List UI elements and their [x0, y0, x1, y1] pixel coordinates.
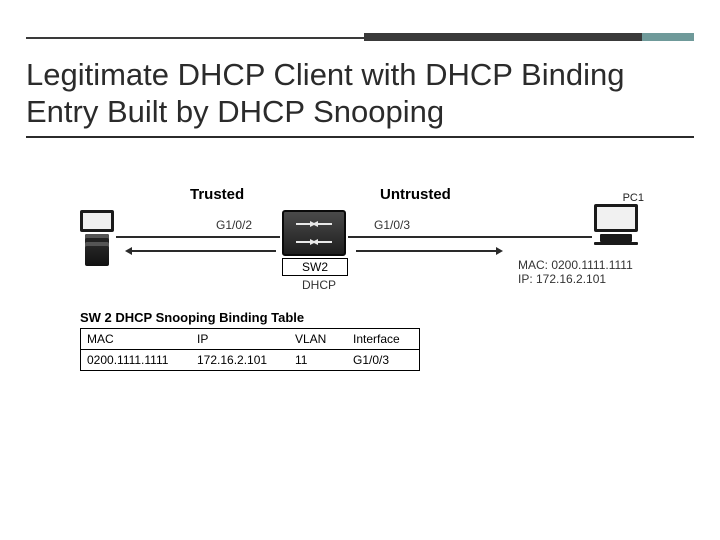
- cell-mac: 0200.1111.1111: [81, 350, 192, 371]
- untrusted-arrow: [356, 250, 496, 252]
- col-ip: IP: [191, 329, 289, 350]
- slide-top-rule: [26, 32, 694, 42]
- slide-title: Legitimate DHCP Client with DHCP Binding…: [26, 56, 694, 138]
- trusted-label: Trusted: [190, 186, 244, 203]
- trusted-arrow: [132, 250, 276, 252]
- link-switch-pc: [348, 236, 592, 238]
- table-row: 0200.1111.1111 172.16.2.101 11 G1/0/3: [81, 350, 420, 371]
- table-header-row: MAC IP VLAN Interface: [81, 329, 420, 350]
- cell-ip: 172.16.2.101: [191, 350, 289, 371]
- binding-table: MAC IP VLAN Interface 0200.1111.1111 172…: [80, 328, 420, 371]
- server-icon: [80, 210, 114, 268]
- pc-ip-label: IP: 172.16.2.101: [518, 272, 606, 286]
- pc-icon: [592, 204, 640, 246]
- col-mac: MAC: [81, 329, 192, 350]
- col-interface: Interface: [347, 329, 420, 350]
- cell-interface: G1/0/3: [347, 350, 420, 371]
- untrusted-label: Untrusted: [380, 186, 451, 203]
- switch-icon: [282, 210, 346, 256]
- switch-name-label: SW2: [282, 258, 348, 276]
- cell-vlan: 11: [289, 350, 347, 371]
- pc-mac-label: MAC: 0200.1111.1111: [518, 258, 633, 272]
- col-vlan: VLAN: [289, 329, 347, 350]
- port-left-label: G1/0/2: [216, 218, 252, 232]
- port-right-label: G1/0/3: [374, 218, 410, 232]
- binding-table-title: SW 2 DHCP Snooping Binding Table: [80, 310, 304, 325]
- network-diagram: Trusted Untrusted G1/0/2 G1/0/3 SW: [80, 180, 640, 380]
- link-server-switch: [116, 236, 280, 238]
- pc-name-label: PC1: [623, 192, 644, 204]
- dhcp-label: DHCP: [302, 278, 336, 292]
